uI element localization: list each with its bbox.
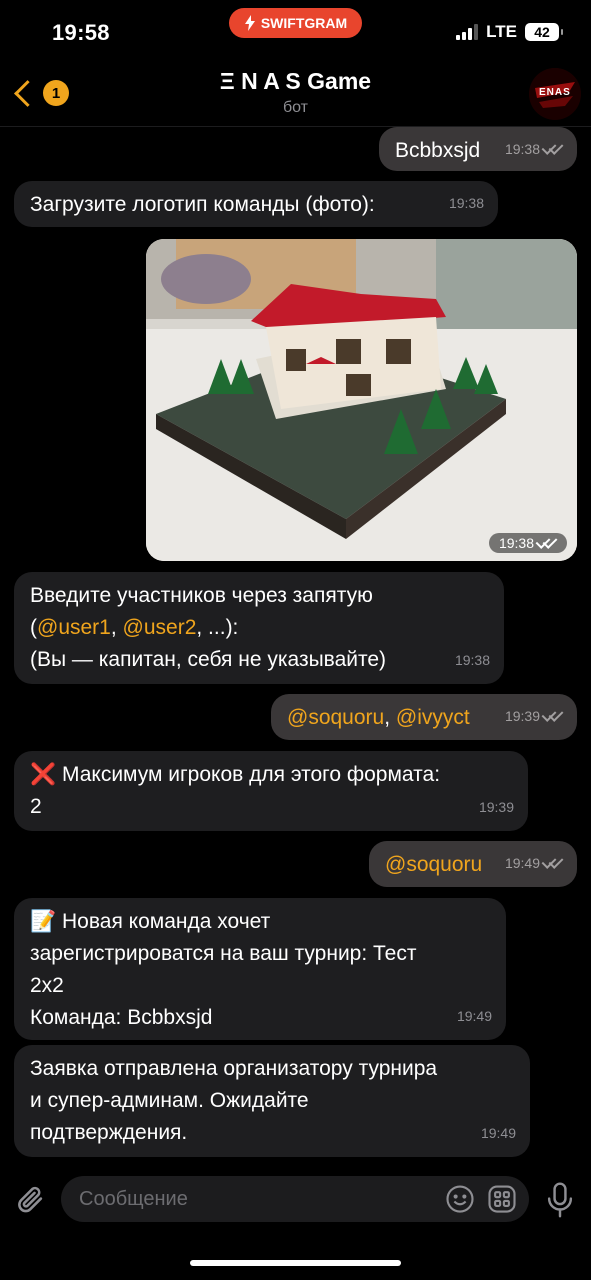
sticker-icon[interactable] xyxy=(487,1184,517,1214)
message-time: 19:49 xyxy=(480,1125,516,1141)
read-check-icon xyxy=(537,538,557,550)
chat-title-area[interactable]: Ξ N A S Game бот xyxy=(0,68,591,117)
message-outgoing[interactable]: @soquoru, @ivyyct 19:39 xyxy=(271,694,577,740)
swiftgram-pill[interactable]: SWIFTGRAM xyxy=(229,8,362,38)
message-line: (@user1, @user2, ...): xyxy=(30,616,239,639)
message-time: 19:39 xyxy=(505,700,563,732)
mention-link[interactable]: @soquoru xyxy=(385,853,482,876)
battery-icon: 42 xyxy=(525,23,563,41)
swiftgram-label: SWIFTGRAM xyxy=(260,15,348,31)
message-time: 19:38 xyxy=(454,652,490,668)
message-line: Новая команда хочет xyxy=(62,910,271,933)
bolt-icon xyxy=(244,15,255,31)
paperclip-icon[interactable] xyxy=(14,1183,48,1217)
message-incoming[interactable]: 📝 Новая команда хочет зарегистрироватся … xyxy=(14,898,506,1040)
status-bar: 19:58 SWIFTGRAM LTE 42 xyxy=(0,0,591,62)
read-check-icon xyxy=(543,144,563,156)
avatar[interactable]: ENAS xyxy=(529,68,581,120)
read-check-icon xyxy=(543,858,563,870)
signal-icon xyxy=(456,24,479,40)
mention-link[interactable]: @user2 xyxy=(123,616,197,639)
message-line: и супер-админам. Ожидайте xyxy=(30,1089,309,1112)
read-check-icon xyxy=(543,711,563,723)
message-incoming[interactable]: Загрузите логотип команды (фото): 19:38 xyxy=(14,181,498,227)
message-line: зарегистрироватся на ваш турнир: Тест xyxy=(30,942,417,965)
message-outgoing[interactable]: @soquoru 19:49 xyxy=(369,841,577,887)
mention-link[interactable]: @ivyyct xyxy=(396,706,470,729)
message-line: Максимум игроков для этого формата: xyxy=(62,763,441,786)
microphone-icon[interactable] xyxy=(543,1181,577,1219)
photo-message[interactable]: 19:38 xyxy=(146,239,577,561)
message-time: 19:49 xyxy=(456,1008,492,1024)
message-incoming[interactable]: Заявка отправлена организатору турнира и… xyxy=(14,1045,530,1157)
message-line: Команда: Bcbbxsjd xyxy=(30,1006,213,1029)
message-incoming[interactable]: ❌ Максимум игроков для этого формата: 2 … xyxy=(14,751,528,831)
chat-subtitle: бот xyxy=(282,99,309,116)
message-time: 19:49 xyxy=(505,847,563,879)
input-bar: Сообщение xyxy=(0,1165,591,1235)
message-line: Введите участников через запятую xyxy=(30,584,373,607)
status-time: 19:58 xyxy=(52,20,110,45)
message-time: 19:38 xyxy=(505,133,563,165)
mention-link[interactable]: @soquoru xyxy=(287,706,384,729)
message-placeholder: Сообщение xyxy=(79,1187,188,1210)
house-model-photo xyxy=(146,239,577,561)
message-text: Загрузите логотип команды (фото): xyxy=(30,193,375,216)
mention-link[interactable]: @user1 xyxy=(37,616,111,639)
message-line: подтверждения. xyxy=(30,1121,188,1144)
message-text: Bcbbxsjd xyxy=(395,139,481,162)
message-time: 19:38 xyxy=(448,195,484,211)
message-outgoing[interactable]: Bcbbxsjd 19:38 xyxy=(379,127,577,171)
photo-time: 19:38 xyxy=(488,533,567,553)
message-time: 19:39 xyxy=(478,799,514,815)
message-line: 2x2 xyxy=(30,974,64,997)
status-indicators: LTE 42 xyxy=(456,22,563,42)
message-incoming[interactable]: Введите участников через запятую (@user1… xyxy=(14,572,504,684)
memo-icon: 📝 xyxy=(30,910,57,933)
cross-mark-icon: ❌ xyxy=(30,763,57,786)
chat-title: Ξ N A S Game xyxy=(219,68,372,94)
message-line: 2 xyxy=(30,795,42,818)
message-line: (Вы — капитан, себя не указывайте) xyxy=(30,648,387,671)
avatar-text: ENAS xyxy=(539,87,571,98)
chat-header: 1 Ξ N A S Game бот ENAS xyxy=(0,62,591,127)
message-list[interactable]: Bcbbxsjd 19:38 Загрузите логотип команды… xyxy=(0,127,591,1162)
emoji-icon[interactable] xyxy=(445,1184,475,1214)
network-label: LTE xyxy=(486,22,517,41)
message-input[interactable]: Сообщение xyxy=(61,1176,529,1222)
home-indicator[interactable] xyxy=(190,1260,401,1266)
message-line: Заявка отправлена организатору турнира xyxy=(30,1057,438,1080)
battery-level: 42 xyxy=(534,24,550,40)
